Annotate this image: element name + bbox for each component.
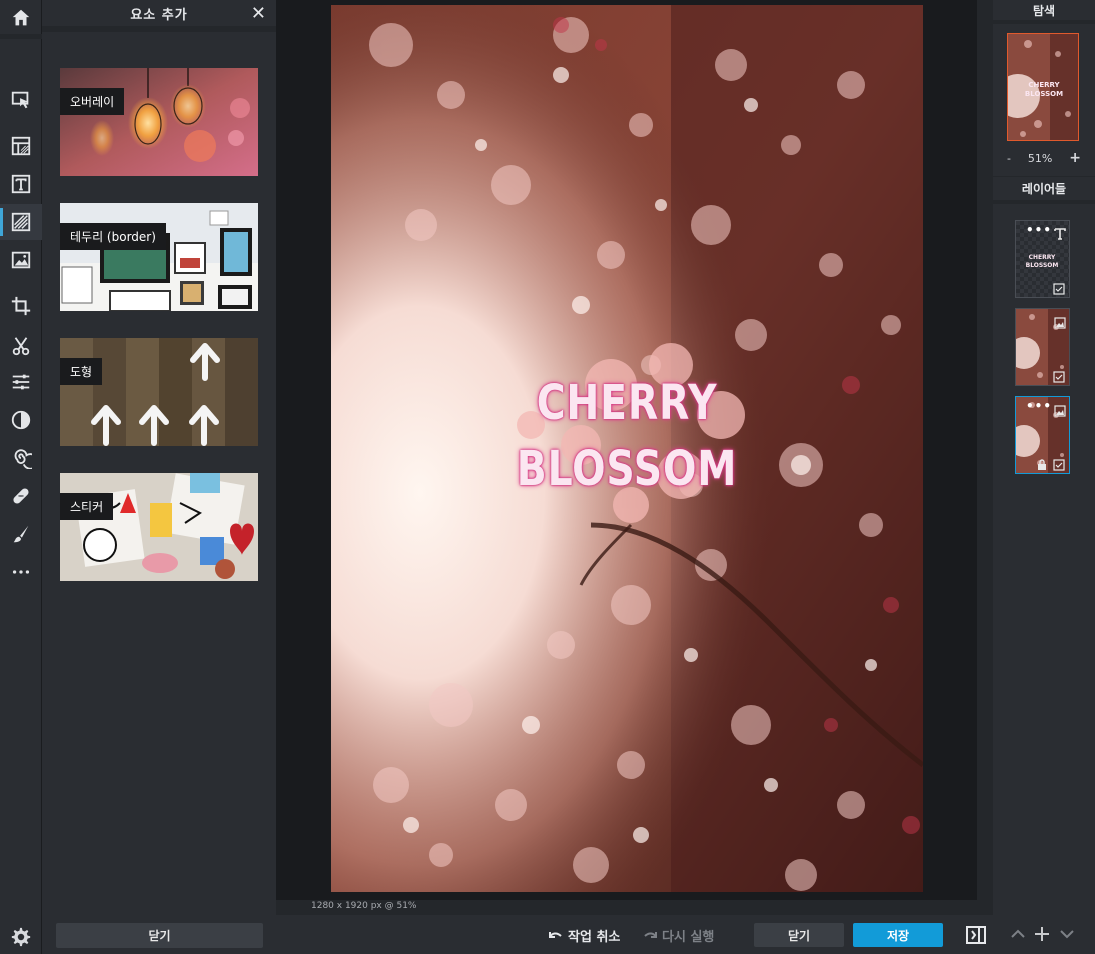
zoom-row: - 51% + — [993, 150, 1095, 166]
canvas-image[interactable]: CHERRY BLOSSOM — [331, 5, 923, 892]
brush-icon[interactable] — [0, 516, 42, 552]
add-element-icon[interactable] — [0, 204, 42, 240]
panel-title: 요소 추가 — [130, 7, 188, 23]
layer-menu-icon[interactable]: ••• — [1026, 224, 1052, 236]
image-icon[interactable] — [0, 242, 42, 278]
sticker-card[interactable]: 스티커 — [60, 473, 258, 581]
canvas-text-line2[interactable]: BLOSSOM — [384, 441, 869, 497]
sticker-thumbnail — [60, 473, 258, 581]
sticker-card-label: 스티커 — [60, 493, 114, 520]
shape-card-label: 도형 — [60, 358, 103, 385]
navigator-preview: CHERRY BLOSSOM — [1008, 34, 1078, 140]
overlay-card[interactable]: 오버레이 — [60, 68, 258, 176]
layer-text-line1: CHERRY — [1029, 254, 1056, 261]
overlay-card-label: 오버레이 — [60, 88, 125, 115]
close-button[interactable]: 닫기 — [754, 923, 844, 947]
image-type-icon — [1054, 314, 1066, 329]
panel-close-icon[interactable]: ✕ — [251, 5, 266, 23]
filter-icon[interactable] — [0, 402, 42, 438]
lock-icon[interactable] — [1036, 456, 1048, 470]
more-icon[interactable] — [0, 554, 42, 590]
redo-label: 다시 실행 — [662, 930, 715, 945]
bottom-bar: 작업 취소 다시 실행 닫기 저장 — [276, 915, 1095, 954]
layer-visibility-checkbox-icon[interactable] — [1053, 368, 1065, 383]
layer-background-image[interactable]: ••• — [1015, 396, 1070, 474]
zoom-in-button[interactable]: + — [1069, 150, 1081, 166]
add-element-panel: 요소 추가 ✕ 오버레이 테두리 (border) 도형 스티커 닫기 — [42, 0, 276, 954]
vertical-scrollbar[interactable] — [977, 0, 993, 915]
left-toolbar — [0, 0, 42, 954]
adjust-icon[interactable] — [0, 364, 42, 400]
layers-title: 레이어들 — [993, 176, 1095, 204]
cutout-icon[interactable] — [0, 328, 42, 364]
zoom-out-button[interactable]: - — [1007, 152, 1011, 165]
border-card[interactable]: 테두리 (border) — [60, 203, 258, 311]
layer-up-icon[interactable] — [1009, 925, 1027, 943]
panel-close-button[interactable]: 닫기 — [56, 923, 263, 948]
layer-menu-icon[interactable]: ••• — [1026, 400, 1052, 412]
overlay-thumbnail — [60, 68, 258, 176]
layer-text[interactable]: CHERRY BLOSSOM ••• — [1015, 220, 1070, 298]
text-icon[interactable] — [0, 166, 42, 202]
canvas-frame: CHERRY BLOSSOM — [276, 0, 977, 900]
settings-gear-icon[interactable] — [10, 926, 32, 948]
redo-icon — [644, 931, 657, 938]
navigator-thumbnail[interactable]: CHERRY BLOSSOM — [1007, 33, 1079, 141]
save-button[interactable]: 저장 — [853, 923, 943, 947]
image-type-icon — [1054, 402, 1066, 417]
panel-header: 요소 추가 ✕ — [42, 0, 276, 32]
text-type-icon — [1054, 225, 1066, 240]
right-panel: 탐색 CHERRY BLOSSOM - 51% + 레이어들 CHERRY BL — [993, 0, 1095, 915]
border-thumbnail — [60, 203, 258, 311]
border-card-label: 테두리 (border) — [60, 223, 166, 250]
undo-button[interactable]: 작업 취소 — [548, 926, 620, 945]
layout-icon[interactable] — [0, 128, 42, 164]
layer-visibility-checkbox-icon[interactable] — [1053, 280, 1065, 295]
canvas-text-line1[interactable]: CHERRY — [384, 375, 869, 431]
canvas-size-status: 1280 x 1920 px @ 51% — [311, 901, 417, 911]
workspace: CHERRY BLOSSOM 1280 x 1920 px @ 51% — [276, 0, 993, 915]
status-bar: 1280 x 1920 px @ 51% — [276, 900, 977, 915]
navigator-thumb-text-1: CHERRY — [1028, 81, 1060, 89]
undo-icon — [549, 931, 562, 938]
add-layer-icon[interactable] — [1033, 925, 1051, 943]
liquify-icon[interactable] — [0, 440, 42, 476]
healing-icon[interactable] — [0, 478, 42, 514]
arrange-icon[interactable] — [0, 82, 42, 118]
home-icon[interactable] — [0, 0, 42, 36]
layer-image[interactable] — [1015, 308, 1070, 386]
layer-down-icon[interactable] — [1058, 925, 1076, 943]
navigator-thumb-text-2: BLOSSOM — [1025, 90, 1063, 98]
photo-editor: 요소 추가 ✕ 오버레이 테두리 (border) 도형 스티커 닫기 CHER… — [0, 0, 1095, 954]
panel-toggle-icon[interactable] — [966, 925, 986, 945]
shape-card[interactable]: 도형 — [60, 338, 258, 446]
crop-icon[interactable] — [0, 288, 42, 324]
shape-thumbnail — [60, 338, 258, 446]
undo-label: 작업 취소 — [568, 930, 621, 945]
redo-button[interactable]: 다시 실행 — [642, 926, 714, 945]
navigator-title: 탐색 — [993, 0, 1095, 24]
zoom-value: 51% — [1027, 151, 1053, 165]
layer-visibility-checkbox-icon[interactable] — [1053, 456, 1065, 471]
layer-text-line2: BLOSSOM — [1026, 262, 1059, 269]
